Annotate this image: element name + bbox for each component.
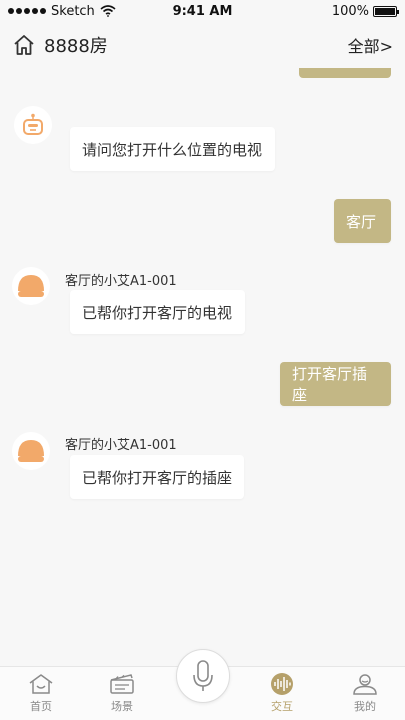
bot-message-bubble: 请问您打开什么位置的电视	[70, 127, 275, 171]
header: 8888房 全部>	[0, 22, 405, 68]
tab-profile[interactable]: 我的	[335, 673, 395, 714]
home-icon	[29, 674, 53, 694]
tab-interaction[interactable]: 交互	[252, 673, 312, 714]
home-icon[interactable]	[12, 33, 36, 57]
device-message-bubble: 已帮你打开客厅的插座	[70, 455, 244, 499]
scene-icon	[110, 674, 134, 694]
battery-label: 100%	[331, 3, 369, 19]
room-title[interactable]: 8888房	[44, 32, 108, 58]
speaker-device-icon	[18, 275, 44, 297]
robot-icon	[23, 113, 43, 135]
battery-icon	[373, 5, 399, 17]
tab-home[interactable]: 首页	[11, 673, 71, 714]
chat-area[interactable]: 请问您打开什么位置的电视 客厅 客厅的小艾A1-001 已帮你打开客厅的电视 打…	[0, 68, 405, 666]
message-text: 已帮你打开客厅的电视	[82, 303, 233, 322]
tab-label: 我的	[354, 700, 376, 713]
speaker-device-icon	[18, 440, 44, 462]
device-message-bubble: 已帮你打开客厅的电视	[70, 290, 245, 334]
carrier-label: Sketch	[51, 3, 95, 19]
bot-avatar	[14, 106, 52, 144]
header-left: 8888房	[12, 32, 108, 58]
sender-name: 客厅的小艾A1-001	[65, 274, 177, 289]
status-bar: Sketch 9:41 AM 100%	[0, 0, 405, 22]
tab-label: 场景	[111, 700, 133, 713]
message-text: 请问您打开什么位置的电视	[82, 140, 263, 159]
device-avatar	[12, 267, 50, 305]
tab-label: 交互	[271, 700, 293, 713]
status-right: 100%	[331, 3, 399, 19]
my-message-bubble: 打开客厅插座	[280, 362, 391, 406]
message-text: 打开客厅插座	[292, 365, 368, 404]
message-text: 已帮你打开客厅的插座	[82, 468, 233, 487]
interaction-icon	[271, 673, 293, 695]
tab-label: 首页	[30, 700, 52, 713]
signal-icon	[8, 8, 46, 14]
mic-icon	[193, 660, 213, 691]
tab-scene[interactable]: 场景	[92, 673, 152, 714]
my-message-bubble: 客厅	[334, 199, 391, 243]
voice-button[interactable]	[176, 649, 230, 703]
device-avatar	[12, 432, 50, 470]
all-rooms-button[interactable]: 全部>	[348, 33, 393, 57]
previous-message-bubble	[299, 68, 391, 78]
sender-name: 客厅的小艾A1-001	[65, 438, 177, 453]
status-left: Sketch	[8, 4, 116, 19]
message-text: 客厅	[346, 212, 377, 231]
tab-bar: 首页 场景 交互 我的	[0, 649, 405, 720]
wifi-icon	[100, 5, 116, 17]
profile-icon	[353, 674, 377, 695]
